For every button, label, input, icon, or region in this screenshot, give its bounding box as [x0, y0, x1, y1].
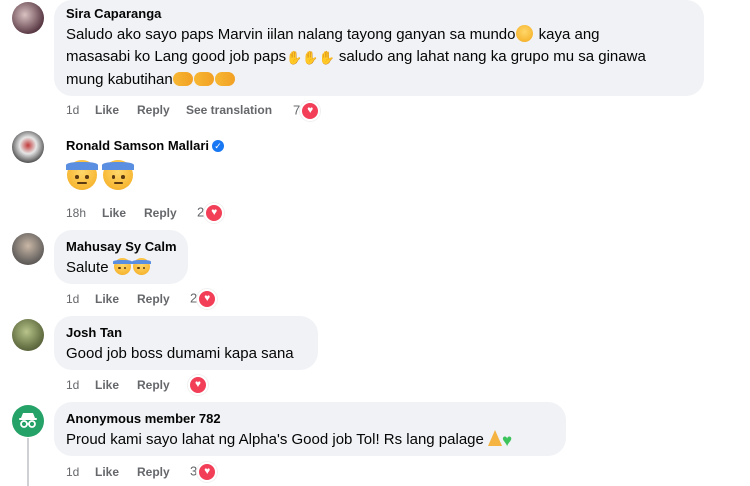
comment-time[interactable]: 1d [66, 465, 79, 479]
avatar[interactable] [12, 233, 44, 265]
comment-time[interactable]: 1d [66, 103, 79, 117]
comment-author[interactable]: Sira Caparanga [66, 6, 161, 21]
like-button[interactable]: Like [95, 465, 119, 479]
saluting-face-emoji-icon [131, 258, 151, 275]
avatar[interactable] [12, 2, 44, 34]
reply-button[interactable]: Reply [137, 292, 170, 306]
reply-button[interactable]: Reply [137, 103, 170, 117]
comment-actions: 1d Like Reply [66, 378, 196, 396]
comment-bubble: Anonymous member 782 Proud kami sayo lah… [54, 402, 566, 456]
heart-reaction-icon: ♥ [204, 203, 225, 223]
saluting-face-emoji-icon [102, 160, 135, 190]
reply-button[interactable]: Reply [137, 378, 170, 392]
reaction-count[interactable]: 2 ♥ [190, 289, 218, 309]
comment-emoji-content [66, 160, 135, 192]
avatar[interactable] [12, 319, 44, 351]
comment-bubble: Mahusay Sy Calm Salute [54, 230, 188, 284]
clapping-hands-emoji-icon: ✋✋✋ [286, 50, 335, 65]
comment-author[interactable]: Mahusay Sy Calm [66, 239, 177, 254]
saluting-face-emoji-icon [66, 160, 98, 190]
comment-author[interactable]: Josh Tan [66, 325, 122, 340]
comment-text: Salute [66, 257, 151, 279]
reaction-count[interactable]: 7 ♥ [293, 101, 321, 121]
reaction-count[interactable]: 2 ♥ [197, 203, 225, 223]
heart-reaction-icon: ♥ [197, 289, 218, 309]
comment-author[interactable]: Ronald Samson Mallari ✓ [66, 138, 225, 153]
reaction-number: 7 [293, 102, 301, 118]
like-button[interactable]: Like [102, 206, 126, 220]
green-heart-emoji-icon: ♥ [502, 431, 513, 450]
comment-actions: 1d Like Reply [66, 465, 196, 483]
reaction-count[interactable]: ♥ [188, 375, 208, 395]
heart-reaction-icon: ♥ [197, 462, 218, 482]
reaction-number: 2 [197, 204, 205, 220]
comment-bubble: Sira Caparanga Saludo ako sayo paps Marv… [54, 0, 704, 96]
thread-line [27, 438, 29, 486]
anonymous-icon [19, 413, 37, 428]
anonymous-avatar-icon[interactable] [12, 405, 44, 437]
like-button[interactable]: Like [95, 292, 119, 306]
comment-bubble: Josh Tan Good job boss dumami kapa sana [54, 316, 318, 370]
comment-actions: 1d Like Reply [66, 292, 196, 310]
comment-text: Saludo ako sayo paps Marvin iilan nalang… [66, 25, 646, 88]
avatar[interactable] [12, 131, 44, 163]
reaction-number: 3 [190, 463, 198, 479]
comment-actions: 1d Like Reply See translation [66, 103, 326, 121]
comment-time[interactable]: 1d [66, 292, 79, 306]
see-translation-button[interactable]: See translation [186, 103, 272, 117]
heart-reaction-icon: ♥ [188, 375, 208, 395]
comment-author[interactable]: Anonymous member 782 [66, 411, 221, 426]
saluting-face-emoji-icon [112, 258, 132, 275]
reply-button[interactable]: Reply [144, 206, 177, 220]
reaction-count[interactable]: 3 ♥ [190, 462, 218, 482]
heart-reaction-icon: ♥ [300, 101, 321, 121]
handshake-emoji-icon [214, 72, 235, 86]
comment-time[interactable]: 1d [66, 378, 79, 392]
grinning-emoji-icon [516, 25, 534, 42]
comment-text: Good job boss dumami kapa sana [66, 345, 294, 362]
comment-text: Proud kami sayo lahat ng Alpha's Good jo… [66, 430, 513, 450]
comment-actions: 18h Like Reply [66, 206, 206, 224]
reply-button[interactable]: Reply [137, 465, 170, 479]
handshake-emoji-icon [172, 72, 193, 86]
folded-hands-emoji-icon [488, 430, 503, 446]
comment-time[interactable]: 18h [66, 206, 86, 220]
reaction-number: 2 [190, 290, 198, 306]
like-button[interactable]: Like [95, 103, 119, 117]
handshake-emoji-icon [193, 72, 214, 86]
verified-badge-icon: ✓ [212, 140, 225, 152]
like-button[interactable]: Like [95, 378, 119, 392]
